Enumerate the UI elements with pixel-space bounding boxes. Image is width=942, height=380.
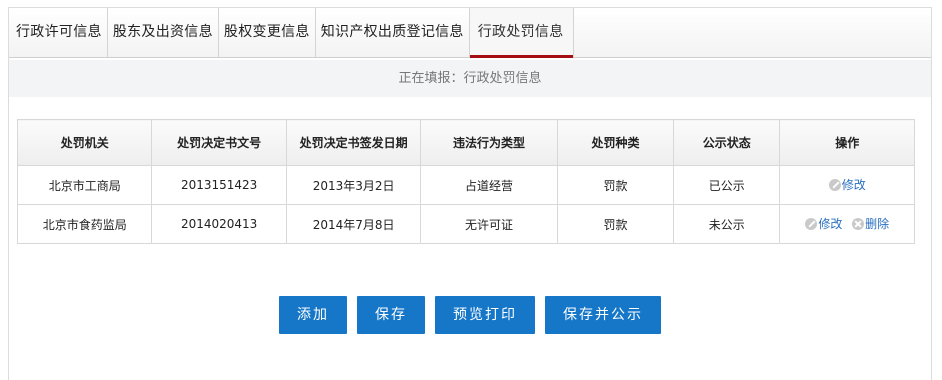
cell-issue-date: 2013年3月2日 — [285, 165, 422, 205]
cell-status: 已公示 — [673, 165, 781, 205]
edit-icon — [805, 217, 818, 230]
column-header-violation-type: 违法行为类型 — [420, 119, 558, 166]
tab-administrative-penalty[interactable]: 行政处罚信息 — [469, 8, 574, 58]
cell-doc-number: 2013151423 — [151, 165, 287, 205]
cell-doc-number: 2014020413 — [151, 204, 287, 244]
cell-status: 未公示 — [673, 204, 781, 244]
cell-issue-date: 2014年7月8日 — [285, 204, 422, 244]
table-row: 北京市食药监局 2014020413 2014年7月8日 无许可证 罚款 未公示… — [16, 204, 915, 244]
cell-penalty-type: 罚款 — [556, 204, 675, 244]
add-button[interactable]: 添加 — [279, 296, 347, 334]
edit-label: 修改 — [841, 178, 866, 193]
main-panel: 行政许可信息 股东及出资信息 股权变更信息 知识产权出质登记信息 行政处罚信息 … — [8, 7, 932, 380]
column-header-actions: 操作 — [779, 119, 915, 166]
tab-ip-pledge[interactable]: 知识产权出质登记信息 — [316, 8, 470, 57]
cell-actions: 修改 — [779, 165, 915, 205]
edit-link[interactable]: 修改 — [805, 215, 842, 232]
cell-violation-type: 无许可证 — [420, 204, 558, 244]
edit-icon — [828, 178, 841, 191]
cell-authority: 北京市食药监局 — [16, 204, 153, 244]
column-header-status: 公示状态 — [673, 119, 781, 166]
cell-authority: 北京市工商局 — [16, 165, 153, 205]
column-header-authority: 处罚机关 — [16, 119, 153, 166]
edit-link[interactable]: 修改 — [828, 176, 866, 193]
cell-violation-type: 占道经营 — [420, 165, 558, 205]
table-row: 北京市工商局 2013151423 2013年3月2日 占道经营 罚款 已公示 … — [16, 165, 915, 205]
column-header-penalty-type: 处罚种类 — [556, 119, 675, 166]
tab-shareholders-investment[interactable]: 股东及出资信息 — [108, 8, 219, 57]
filling-status-text: 正在填报：行政处罚信息 — [9, 60, 931, 97]
penalty-table: 处罚机关 处罚决定书文号 处罚决定书签发日期 违法行为类型 处罚种类 公示状态 … — [16, 119, 915, 244]
delete-icon — [852, 217, 865, 230]
table-header-row: 处罚机关 处罚决定书文号 处罚决定书签发日期 违法行为类型 处罚种类 公示状态 … — [16, 119, 915, 166]
delete-link[interactable]: 删除 — [852, 215, 889, 232]
tab-administrative-license[interactable]: 行政许可信息 — [11, 8, 108, 57]
preview-print-button[interactable]: 预览打印 — [435, 296, 535, 334]
action-buttons: 添加 保存 预览打印 保存并公示 — [9, 296, 931, 334]
save-publish-button[interactable]: 保存并公示 — [545, 296, 661, 334]
save-button[interactable]: 保存 — [357, 296, 425, 334]
tab-equity-change[interactable]: 股权变更信息 — [219, 8, 316, 57]
cell-penalty-type: 罚款 — [556, 165, 675, 205]
column-header-doc-number: 处罚决定书文号 — [151, 119, 287, 166]
edit-label: 修改 — [818, 217, 843, 232]
column-header-issue-date: 处罚决定书签发日期 — [285, 119, 422, 166]
tab-bar: 行政许可信息 股东及出资信息 股权变更信息 知识产权出质登记信息 行政处罚信息 — [9, 8, 931, 58]
cell-actions: 修改 删除 — [779, 204, 915, 244]
delete-label: 删除 — [865, 217, 890, 232]
